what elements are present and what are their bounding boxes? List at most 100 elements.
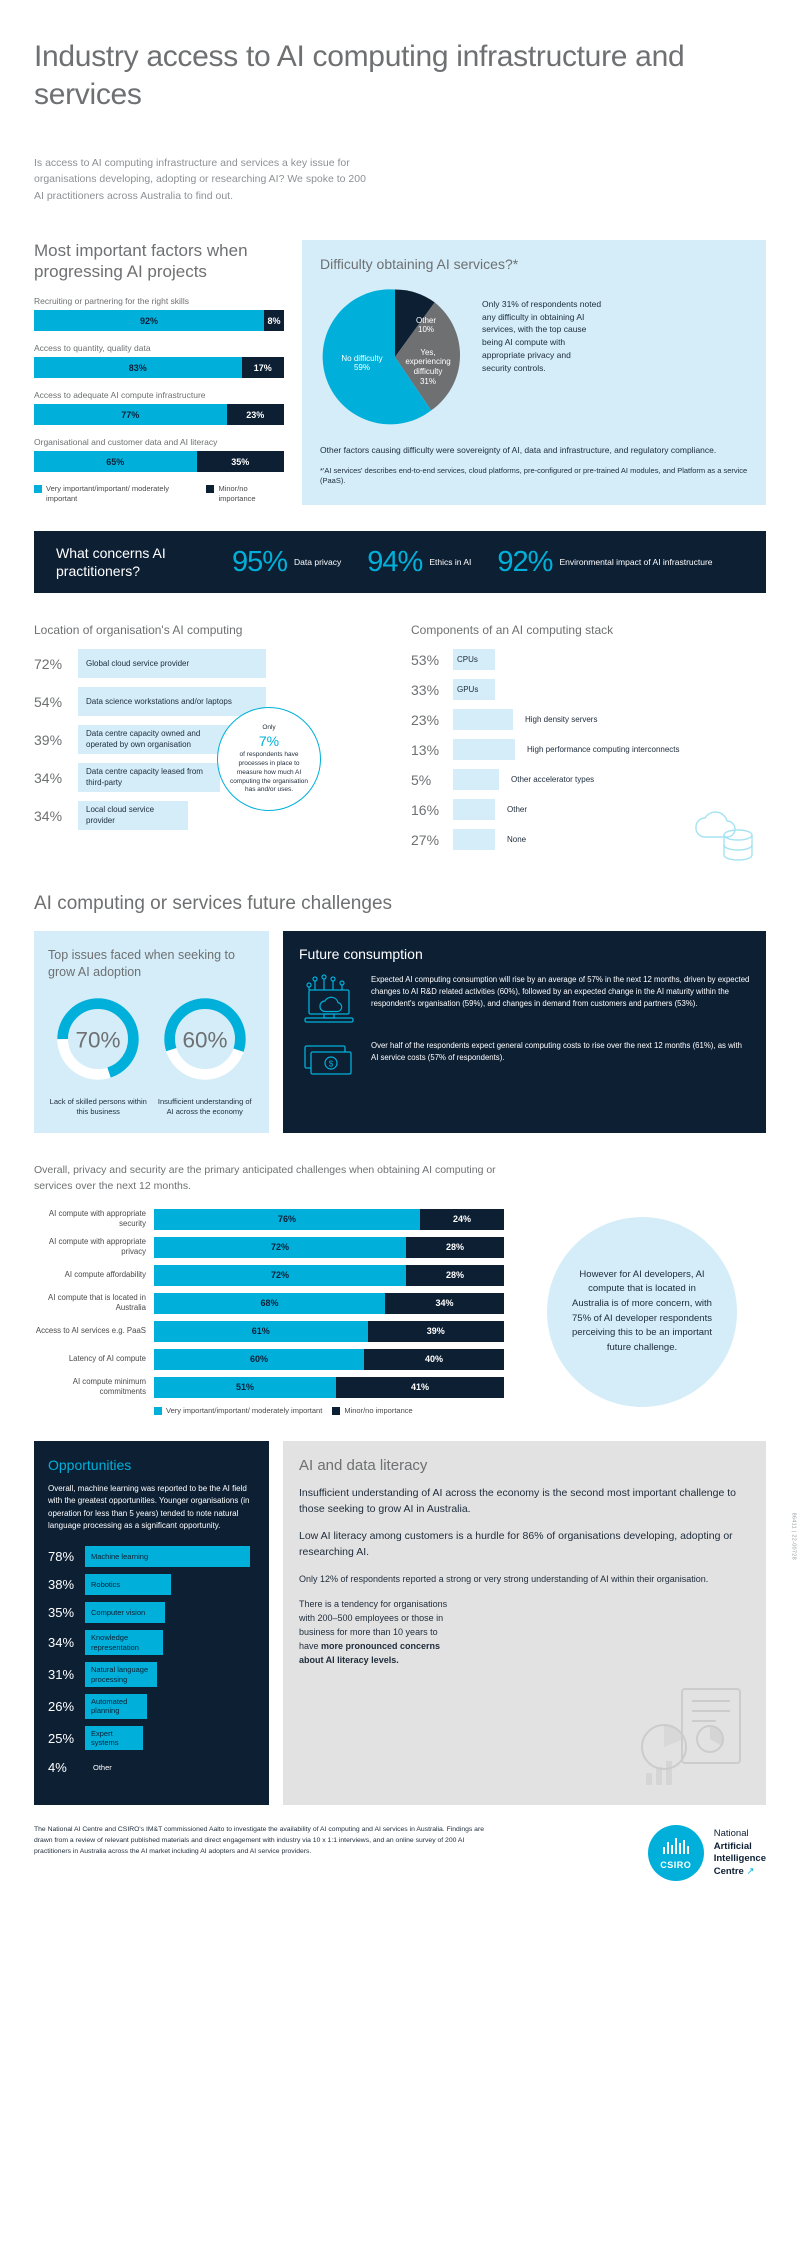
location-pct: 34% <box>34 769 63 786</box>
csiro-logo-icon: CSIRO <box>647 1825 704 1882</box>
donut-value-70: 70% <box>76 1027 121 1052</box>
opportunity-row: 78% Machine learning <box>48 1546 255 1568</box>
callout-pre: Only <box>262 723 276 731</box>
factor-secondary-segment: 17% <box>241 357 284 379</box>
opportunity-pct: 4% <box>48 1760 67 1776</box>
privacy-secondary-segment: 40% <box>364 1348 504 1370</box>
top-issues-panel: Top issues faced when seeking to grow AI… <box>34 931 269 1134</box>
privacy-bar: 72% 28% <box>154 1236 504 1258</box>
svg-text:$: $ <box>329 1060 334 1069</box>
privacy-row: AI compute with appropriate security 76%… <box>34 1208 504 1230</box>
money-icon: $ <box>304 1045 352 1075</box>
privacy-row: AI compute that is located in Australia … <box>34 1292 504 1314</box>
privacy-label: AI compute that is located in Australia <box>48 1293 146 1313</box>
factor-bar: 65% 35% <box>34 451 284 473</box>
concern-stat: 92% Environmental impact of AI infrastru… <box>497 546 712 579</box>
opportunity-row: 26% Automated planning <box>48 1693 255 1719</box>
consumption-text: Expected AI computing consumption will r… <box>371 975 750 1008</box>
concern-stat: 95% Data privacy <box>232 546 341 579</box>
factor-item: Access to adequate AI compute infrastruc… <box>34 390 284 426</box>
document-chart-icon <box>641 1688 741 1786</box>
opportunity-row: 35% Computer vision <box>48 1602 255 1624</box>
privacy-bar: 60% 40% <box>154 1348 504 1370</box>
literacy-p2: Low AI literacy among customers is a hur… <box>299 1530 733 1559</box>
location-label: Data centre capacity leased from third-p… <box>78 763 220 793</box>
concern-value: 94% <box>367 545 423 578</box>
factor-secondary-segment: 23% <box>226 404 284 426</box>
opportunity-row: 4% Other <box>48 1757 255 1778</box>
privacy-label: Latency of AI compute <box>68 1354 146 1364</box>
privacy-row: Access to AI services e.g. PaaS 61% 39% <box>34 1320 504 1342</box>
future-consumption-heading: Future consumption <box>299 946 423 963</box>
factors-legend: Very important/important/ moderately imp… <box>34 484 284 503</box>
factor-label: Recruiting or partnering for the right s… <box>34 296 189 307</box>
intro-paragraph: Is access to AI computing infrastructure… <box>34 157 366 202</box>
privacy-primary-segment: 68% <box>154 1292 385 1314</box>
factors-block: Most important factors when progressing … <box>34 240 284 506</box>
opportunity-pct: 35% <box>48 1605 75 1621</box>
legend-secondary: Minor/no importance <box>332 1405 413 1415</box>
privacy-lead: Overall, privacy and security are the pr… <box>34 1164 496 1192</box>
location-row: 39% Data centre capacity owned and opera… <box>34 725 389 755</box>
privacy-secondary-segment: 28% <box>406 1236 504 1258</box>
stack-heading: Components of an AI computing stack <box>411 623 614 638</box>
privacy-label: Access to AI services e.g. PaaS <box>35 1326 146 1336</box>
donut-group: 70% Lack of skilled persons within this … <box>48 994 255 1117</box>
donut-value-60: 60% <box>182 1027 227 1052</box>
future-consumption-panel: Future consumption Expected AI computing… <box>283 931 766 1134</box>
legend-swatch-secondary-icon <box>332 1406 341 1415</box>
naic-line1: National <box>713 1828 749 1840</box>
stack-row: 33% GPUs <box>411 679 766 701</box>
legend-secondary-label: Minor/no importance <box>344 1405 413 1415</box>
privacy-secondary-segment: 34% <box>385 1292 504 1314</box>
location-pct: 34% <box>34 807 63 824</box>
stack-row: 53% CPUs <box>411 649 766 671</box>
stack-label: High performance computing interconnects <box>527 744 680 754</box>
cloud-laptop-icon <box>304 974 354 1023</box>
opportunity-row: 25% Expert systems <box>48 1725 255 1751</box>
factor-label: Access to adequate AI compute infrastruc… <box>34 390 206 401</box>
factor-secondary-segment: 8% <box>264 310 284 332</box>
location-pct: 39% <box>34 731 63 748</box>
privacy-row: AI compute minimum commitments 51% 41% <box>34 1376 504 1398</box>
privacy-secondary-segment: 39% <box>367 1320 504 1342</box>
opportunity-row: 31% Natural language processing <box>48 1662 255 1687</box>
opportunity-label: Machine learning <box>85 1546 250 1568</box>
legend-secondary: Minor/no importance <box>206 484 284 503</box>
factor-primary-segment: 92% <box>34 310 264 332</box>
opportunity-pct: 31% <box>48 1667 75 1683</box>
stack-block: Components of an AI computing stack 53% … <box>411 623 766 861</box>
opportunities-intro: Overall, machine learning was reported t… <box>48 1483 250 1531</box>
location-row: 34% Data centre capacity leased from thi… <box>34 763 389 793</box>
privacy-bar: 76% 24% <box>154 1208 504 1230</box>
legend-primary-label: Very important/important/ moderately imp… <box>166 1405 323 1415</box>
concern-caption: Ethics in AI <box>429 556 472 567</box>
privacy-callout-wrap: However for AI developers, AI compute th… <box>518 1209 766 1415</box>
opportunity-pct: 25% <box>48 1730 75 1746</box>
stack-pct: 27% <box>411 831 440 848</box>
consumption-block: $ Over half of the respondents expect ge… <box>299 1040 750 1080</box>
privacy-legend: Very important/important/ moderately imp… <box>154 1406 504 1415</box>
pie-label-other: Other 10% <box>416 315 437 335</box>
legend-primary: Very important/important/ moderately imp… <box>34 484 196 503</box>
privacy-callout: However for AI developers, AI compute th… <box>547 1216 737 1407</box>
legend-swatch-primary-icon <box>34 485 42 494</box>
privacy-primary-segment: 60% <box>154 1348 364 1370</box>
stack-label: None <box>507 835 527 845</box>
location-label: Global cloud service provider <box>78 649 266 679</box>
location-row: 72% Global cloud service provider <box>34 649 389 679</box>
stack-pct: 23% <box>411 711 440 728</box>
opportunity-label: Natural language processing <box>85 1662 157 1687</box>
privacy-bar: 51% 41% <box>154 1376 504 1398</box>
opportunity-pct: 26% <box>48 1698 75 1714</box>
factor-item: Recruiting or partnering for the right s… <box>34 296 284 332</box>
factor-label: Access to quantity, quality data <box>34 343 151 354</box>
stack-pct: 16% <box>411 801 440 818</box>
opportunity-row: 34% Knowledge representation <box>48 1630 255 1656</box>
opportunity-pct: 78% <box>48 1549 75 1565</box>
location-block: Location of organisation's AI computing … <box>34 623 389 859</box>
privacy-bar: 68% 34% <box>154 1292 504 1314</box>
factor-bar: 77% 23% <box>34 404 284 426</box>
opportunity-label: Expert systems <box>85 1725 143 1751</box>
difficulty-footnote: Other factors causing difficulty were so… <box>320 444 717 455</box>
